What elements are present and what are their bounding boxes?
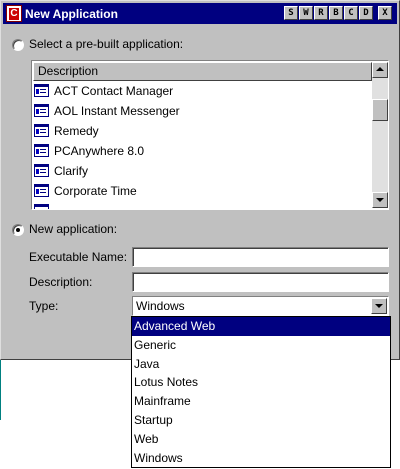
application-icon	[34, 124, 49, 137]
title-bar[interactable]: C New Application S W R B C D X	[3, 3, 397, 24]
list-item-label: AOL Instant Messenger	[54, 104, 180, 118]
arrow-down-icon	[376, 198, 384, 202]
chevron-down-icon	[375, 304, 383, 308]
executable-name-input[interactable]	[132, 247, 389, 267]
type-dropdown-button[interactable]	[371, 298, 387, 314]
type-option-advanced-web[interactable]: Advanced Web	[132, 317, 390, 336]
titlebar-button-d[interactable]: D	[359, 6, 373, 20]
titlebar-button-b[interactable]: B	[329, 6, 343, 20]
type-label: Type:	[29, 299, 59, 313]
type-option-java[interactable]: Java	[132, 355, 390, 374]
list-item-partial[interactable]	[32, 201, 372, 209]
titlebar-button-w[interactable]: W	[299, 6, 313, 20]
scroll-up-button[interactable]	[372, 62, 388, 78]
vertical-scrollbar[interactable]	[372, 62, 388, 208]
application-icon	[34, 84, 49, 97]
list-item-label: Corporate Time	[54, 184, 137, 198]
list-item[interactable]: Remedy	[32, 121, 372, 141]
list-item-label: PCAnywhere 8.0	[54, 144, 145, 158]
type-dropdown-list[interactable]: Advanced Web Generic Java Lotus Notes Ma…	[131, 316, 391, 468]
titlebar-button-r[interactable]: R	[314, 6, 328, 20]
list-item[interactable]: AOL Instant Messenger	[32, 101, 372, 121]
prebuilt-radio[interactable]	[12, 39, 24, 51]
prebuilt-app-list[interactable]: Description ACT Contact Manager AOL Inst…	[31, 60, 389, 210]
app-logo-icon: C	[6, 5, 22, 22]
application-icon	[34, 104, 49, 117]
executable-name-label: Executable Name:	[29, 250, 128, 264]
application-icon	[34, 164, 49, 177]
description-input[interactable]	[132, 272, 389, 292]
titlebar-button-s[interactable]: S	[284, 6, 298, 20]
type-option-generic[interactable]: Generic	[132, 336, 390, 355]
type-option-mainframe[interactable]: Mainframe	[132, 392, 390, 411]
list-item[interactable]: Corporate Time	[32, 181, 372, 201]
list-item-label: Remedy	[54, 124, 99, 138]
type-option-windows[interactable]: Windows	[132, 449, 390, 468]
arrow-up-icon	[376, 67, 384, 71]
window-title: New Application	[25, 7, 118, 21]
list-item-label: ACT Contact Manager	[54, 84, 174, 98]
list-item[interactable]: PCAnywhere 8.0	[32, 141, 372, 161]
new-application-radio[interactable]	[12, 224, 24, 236]
scroll-down-button[interactable]	[372, 192, 388, 208]
list-item[interactable]: ACT Contact Manager	[32, 81, 372, 101]
type-select-value: Windows	[136, 299, 185, 313]
application-icon	[34, 184, 49, 197]
type-option-web[interactable]: Web	[132, 430, 390, 449]
background-accent-line	[0, 360, 1, 420]
application-icon	[34, 204, 49, 209]
list-rows: ACT Contact Manager AOL Instant Messenge…	[32, 81, 372, 209]
new-application-dialog: C New Application S W R B C D X Select a…	[0, 0, 400, 360]
radio-dot	[16, 228, 20, 232]
list-item[interactable]: Clarify	[32, 161, 372, 181]
type-option-lotus-notes[interactable]: Lotus Notes	[132, 373, 390, 392]
type-select[interactable]: Windows	[132, 296, 389, 316]
scrollbar-thumb[interactable]	[372, 99, 388, 121]
application-icon	[34, 144, 49, 157]
type-option-startup[interactable]: Startup	[132, 411, 390, 430]
prebuilt-label: Select a pre-built application:	[29, 37, 184, 51]
new-application-label: New application:	[29, 222, 118, 236]
list-item-label: Clarify	[54, 164, 89, 178]
column-header-description[interactable]: Description	[33, 62, 372, 81]
titlebar-button-c[interactable]: C	[344, 6, 358, 20]
description-label: Description:	[29, 275, 93, 289]
close-button[interactable]: X	[378, 6, 392, 20]
